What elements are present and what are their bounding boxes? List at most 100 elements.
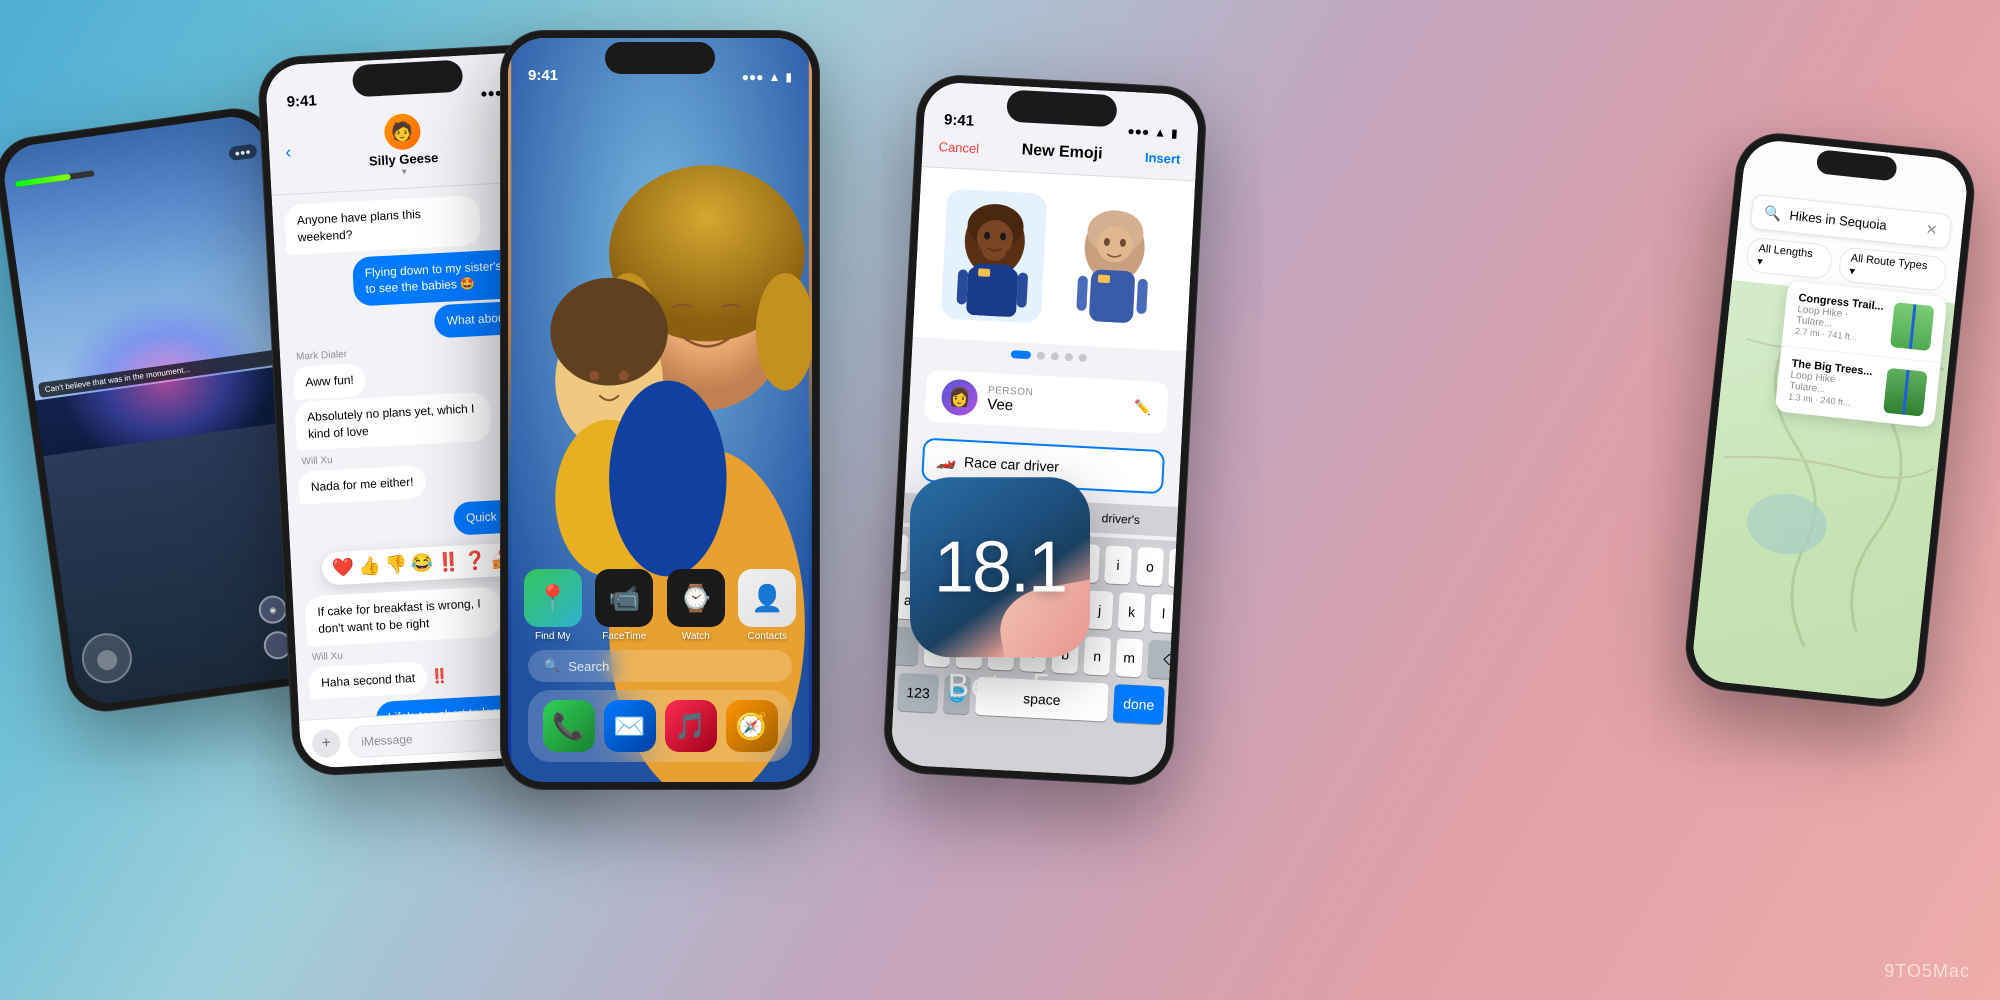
phone-home-screen: 9:41 ●●● ▲ ▮ 📍 Find My 📹 — [508, 38, 812, 782]
emoji-signal-icon: ●●● — [1127, 124, 1149, 139]
edit-pencil-icon[interactable]: ✏️ — [1133, 398, 1151, 416]
emoji-battery-icon: ▮ — [1171, 126, 1178, 140]
result-2-thumbnail — [1883, 368, 1927, 417]
emoji-avatar-1[interactable] — [941, 189, 1048, 324]
dock-music[interactable]: 🎵 — [665, 700, 717, 752]
home-icons-grid: 📍 Find My 📹 FaceTime ⌚ Watch — [523, 569, 797, 642]
key-m[interactable]: m — [1115, 638, 1143, 677]
tapback-exclaim[interactable]: ‼️ — [437, 551, 460, 573]
dot-3 — [1051, 352, 1059, 360]
message-9: Haha second that — [308, 661, 428, 700]
icon-findmy[interactable]: 📍 Find My — [523, 569, 583, 642]
contact-chevron: ▾ — [402, 167, 408, 178]
maps-results: Congress Trail... Loop Hike · Tulare... … — [1775, 281, 1948, 428]
dot-1 — [1011, 350, 1031, 359]
icon-watch[interactable]: ⌚ Watch — [666, 569, 726, 642]
home-time: 9:41 — [528, 67, 558, 84]
message-1: Anyone have plans this weekend? — [284, 195, 481, 255]
ios-version: 18.1 — [934, 526, 1066, 608]
messages-contact: 🧑 Silly Geese ▾ — [367, 112, 440, 180]
maps-search-text: Hikes in Sequoia — [1789, 208, 1919, 236]
emoji-title: New Emoji — [1021, 141, 1103, 163]
dock-phone[interactable]: 📞 — [543, 700, 595, 752]
search-icon: 🔍 — [544, 658, 560, 674]
dynamic-island-emoji — [1006, 90, 1118, 128]
contact-avatar: 🧑 — [383, 113, 421, 151]
maps-close-button[interactable]: ✕ — [1925, 221, 1938, 239]
findmy-label: Find My — [535, 631, 571, 642]
key-done[interactable]: done — [1113, 684, 1165, 725]
emoji-search-icon: 🏎️ — [936, 450, 957, 471]
home-wifi-icon: ▲ — [769, 70, 781, 84]
result-2-info: The Big Trees... Loop Hike · Tulare... 1… — [1788, 358, 1880, 411]
filter-route-text: All Route Types ▾ — [1849, 252, 1936, 286]
maps-search-icon: 🔍 — [1763, 204, 1782, 223]
home-signal-icon: ●●● — [742, 70, 764, 84]
dynamic-island-messages — [352, 60, 464, 98]
input-placeholder: iMessage — [361, 732, 413, 749]
messages-back-button[interactable]: ‹ — [285, 141, 292, 162]
ios-logo-icon: 18.1 — [910, 477, 1090, 657]
result-1-info: Congress Trail... Loop Hike · Tulare... … — [1795, 292, 1887, 345]
icon-contacts[interactable]: 👤 Contacts — [738, 569, 798, 642]
person-info: PERSON Vee — [987, 385, 1125, 420]
key-i[interactable]: i — [1104, 545, 1132, 584]
message-8: If cake for breakfast is wrong, I don't … — [305, 586, 502, 646]
home-dock: 📞 ✉️ 🎵 🧭 — [528, 690, 792, 762]
key-k[interactable]: k — [1118, 592, 1146, 631]
watermark-text: 9TO5Mac — [1884, 961, 1970, 981]
dot-4 — [1065, 353, 1073, 361]
ios-logo: 18.1 Beta 5 — [910, 477, 1090, 704]
home-search-bar[interactable]: 🔍 Search — [528, 650, 792, 682]
facetime-icon-bg: 📹 — [595, 569, 653, 627]
contacts-icon-bg: 👤 — [738, 569, 796, 627]
game-joystick — [79, 630, 135, 686]
phone-maps-screen: 🔍 Hikes in Sequoia ✕ All Lengths ▾ All R… — [1690, 138, 1970, 702]
emoji-carousel — [913, 167, 1196, 351]
watch-icon-bg: ⌚ — [667, 569, 725, 627]
emoji-avatar-2[interactable] — [1061, 195, 1168, 330]
signal-icon: ●●● — [480, 86, 502, 101]
ios-beta: Beta 5 — [948, 667, 1053, 704]
dock-mail[interactable]: ✉️ — [604, 700, 656, 752]
tapback-thumbsup[interactable]: 👍 — [358, 556, 381, 578]
message-6: Nada for me either! — [298, 465, 426, 504]
watermark: 9TO5Mac — [1884, 961, 1970, 982]
filter-length-text: All Lengths ▾ — [1757, 243, 1822, 274]
tapback-thumbsdown[interactable]: 👎 — [384, 554, 407, 576]
tapback-haha[interactable]: 😂 — [411, 553, 434, 575]
home-battery-icon: ▮ — [785, 70, 792, 84]
dot-2 — [1037, 351, 1045, 359]
home-status-icons: ●●● ▲ ▮ — [742, 70, 792, 84]
emoji-time: 9:41 — [944, 111, 975, 130]
emoji-insert-button[interactable]: Insert — [1145, 149, 1181, 166]
key-o[interactable]: o — [1136, 547, 1164, 586]
person-avatar: 👩 — [941, 379, 979, 417]
filter-length[interactable]: All Lengths ▾ — [1745, 237, 1833, 281]
filter-route[interactable]: All Route Types ▾ — [1837, 246, 1947, 292]
result-1-thumbnail — [1890, 302, 1934, 351]
message-4: Aww fun! — [293, 363, 367, 400]
suggestion-3[interactable]: driver's — [1101, 511, 1140, 527]
messages-plus-button[interactable]: + — [312, 729, 341, 758]
findmy-icon-bg: 📍 — [524, 569, 582, 627]
contacts-label: Contacts — [748, 631, 787, 642]
emoji-person-label: 👩 PERSON Vee ✏️ — [924, 370, 1168, 435]
dynamic-island-home — [605, 42, 715, 74]
emoji-cancel-button[interactable]: Cancel — [938, 139, 979, 156]
phone-home: 9:41 ●●● ▲ ▮ 📍 Find My 📹 — [500, 30, 820, 790]
dock-compass[interactable]: 🧭 — [726, 700, 778, 752]
pilot-emoji-dark — [941, 194, 1047, 319]
emoji-status-icons: ●●● ▲ ▮ — [1127, 124, 1178, 141]
watch-label: Watch — [682, 631, 710, 642]
key-l[interactable]: l — [1150, 594, 1178, 633]
message-5: Absolutely no plans yet, which I kind of… — [294, 391, 491, 451]
pilot-emoji-light — [1061, 200, 1167, 325]
messages-time: 9:41 — [286, 92, 317, 111]
tapback-heart[interactable]: ❤️ — [331, 557, 354, 579]
tapback-question[interactable]: ❓ — [463, 550, 486, 572]
search-label: Search — [568, 659, 609, 674]
icon-facetime[interactable]: 📹 FaceTime — [595, 569, 655, 642]
home-background: 9:41 ●●● ▲ ▮ 📍 Find My 📹 — [508, 38, 812, 782]
dot-5 — [1079, 354, 1087, 362]
